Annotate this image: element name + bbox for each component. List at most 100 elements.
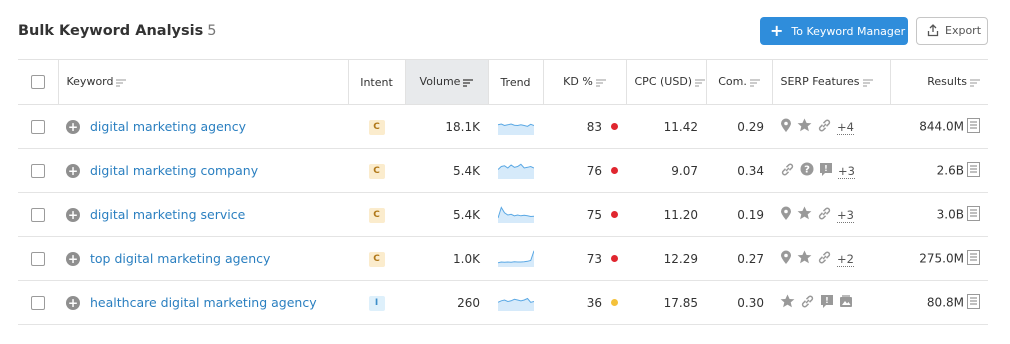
- serp-snapshot-icon[interactable]: [967, 293, 980, 312]
- keyword-cell: + top digital marketing agency: [58, 237, 348, 281]
- kd-difficulty-dot: [611, 210, 618, 218]
- serp-features-cell: +3: [772, 193, 890, 237]
- keyword-link[interactable]: digital marketing agency: [90, 119, 246, 134]
- results-value: 275.0M: [919, 251, 964, 265]
- cpc-cell: 9.07: [671, 163, 698, 178]
- intent-cell: I: [348, 281, 405, 325]
- row-select-cell: [18, 105, 58, 149]
- cpc-cell: 11.20: [663, 207, 698, 222]
- link-icon[interactable]: [800, 294, 815, 312]
- table-row: + top digital marketing agency C 1.0K 73 …: [18, 237, 988, 281]
- row-checkbox[interactable]: [31, 251, 45, 266]
- kd-cell: 83: [543, 105, 626, 149]
- serp-features-icons: [780, 250, 837, 268]
- svg-text:!: !: [824, 164, 828, 173]
- select-all-checkbox[interactable]: [30, 75, 45, 89]
- trend-cell: [488, 281, 543, 325]
- column-header-volume[interactable]: Volume: [404, 59, 488, 105]
- add-keyword-icon[interactable]: +: [66, 163, 80, 178]
- column-header-kd[interactable]: KD %: [542, 59, 626, 105]
- keyword-link[interactable]: top digital marketing agency: [90, 251, 270, 266]
- row-checkbox[interactable]: [31, 207, 45, 222]
- row-checkbox[interactable]: [31, 163, 45, 178]
- sort-icon: [749, 77, 760, 90]
- intent-cell: C: [348, 237, 405, 281]
- star-icon[interactable]: [780, 294, 795, 311]
- intent-badge: C: [368, 164, 385, 179]
- link-icon[interactable]: [817, 206, 832, 224]
- column-header-cpc[interactable]: CPC (USD): [625, 59, 706, 105]
- link-icon[interactable]: [817, 118, 832, 136]
- serp-snapshot-icon[interactable]: [967, 161, 980, 180]
- trend-cell: [488, 237, 543, 281]
- location-icon[interactable]: [780, 206, 792, 224]
- export-icon: [927, 24, 939, 37]
- link-icon[interactable]: [817, 250, 832, 268]
- volume-cell: 5.4K: [453, 163, 480, 178]
- keyword-link[interactable]: healthcare digital marketing agency: [90, 295, 317, 310]
- sparkline-area: [497, 250, 534, 267]
- volume-cell: 18.1K: [445, 119, 480, 134]
- table-row: + healthcare digital marketing agency I 2…: [18, 281, 988, 325]
- intent-badge: I: [368, 296, 385, 311]
- faq-icon[interactable]: !: [820, 294, 834, 312]
- to-keyword-manager-button[interactable]: + To Keyword Manager: [760, 17, 908, 45]
- keyword-link[interactable]: digital marketing service: [90, 207, 245, 222]
- location-icon[interactable]: [780, 118, 792, 136]
- column-header-keyword[interactable]: Keyword: [57, 59, 348, 105]
- column-header-serp-features[interactable]: SERP Features: [771, 59, 890, 105]
- column-header-results[interactable]: Results: [889, 59, 988, 105]
- add-keyword-icon[interactable]: +: [66, 119, 80, 134]
- serp-features-icons: [780, 118, 837, 136]
- intent-cell: C: [348, 193, 405, 237]
- kd-difficulty-dot: [611, 166, 618, 174]
- keyword-cell: + healthcare digital marketing agency: [58, 281, 348, 325]
- serp-snapshot-icon[interactable]: [967, 205, 980, 224]
- serp-snapshot-icon[interactable]: [967, 117, 980, 136]
- star-icon[interactable]: [797, 206, 812, 223]
- kd-value: 36: [586, 295, 602, 310]
- trend-cell: [488, 105, 543, 149]
- keyword-link[interactable]: digital marketing company: [90, 163, 258, 178]
- kd-cell: 76: [543, 149, 626, 193]
- kd-difficulty-dot: [611, 122, 618, 130]
- keyword-table: Keyword Intent Volume Trend KD % CPC (US…: [18, 59, 988, 325]
- row-checkbox[interactable]: [31, 295, 45, 310]
- to-keyword-manager-label: To Keyword Manager: [791, 25, 906, 38]
- more-features-link[interactable]: +3: [838, 163, 855, 179]
- page-title: Bulk Keyword Analysis 5: [18, 23, 216, 39]
- star-icon[interactable]: [797, 250, 812, 267]
- keyword-cell: + digital marketing agency: [58, 105, 348, 149]
- results-cell: 275.0M: [890, 237, 988, 281]
- add-keyword-icon[interactable]: +: [66, 295, 80, 310]
- kd-value: 75: [586, 207, 602, 222]
- cpc-cell: 17.85: [663, 295, 698, 310]
- trend-sparkline: [497, 163, 534, 179]
- more-features-link[interactable]: +4: [837, 119, 854, 135]
- column-header-com[interactable]: Com.: [705, 59, 772, 105]
- add-keyword-icon[interactable]: +: [66, 207, 80, 222]
- image-pack-icon[interactable]: [839, 294, 853, 311]
- column-label-trend: Trend: [500, 75, 531, 89]
- results-cell: 2.6B: [890, 149, 988, 193]
- column-label-cpc: CPC (USD): [634, 74, 693, 88]
- link-icon[interactable]: [780, 162, 795, 180]
- serp-features-icons: !: [780, 294, 858, 312]
- sort-icon: [116, 77, 127, 90]
- row-checkbox[interactable]: [31, 119, 45, 134]
- more-features-link[interactable]: +3: [837, 207, 854, 223]
- kd-value: 76: [586, 163, 602, 178]
- help-icon[interactable]: ?: [800, 162, 814, 179]
- serp-snapshot-icon[interactable]: [967, 249, 980, 268]
- more-features-link[interactable]: +2: [837, 251, 854, 267]
- intent-cell: C: [348, 149, 405, 193]
- add-keyword-icon[interactable]: +: [66, 251, 80, 266]
- serp-features-cell: +2: [772, 237, 890, 281]
- row-select-cell: [18, 193, 58, 237]
- table-row: + digital marketing agency C 18.1K 83 11.…: [18, 105, 988, 149]
- export-button[interactable]: Export: [916, 17, 988, 45]
- serp-features-icons: [780, 206, 837, 224]
- location-icon[interactable]: [780, 250, 792, 268]
- faq-icon[interactable]: !: [819, 162, 833, 180]
- star-icon[interactable]: [797, 118, 812, 135]
